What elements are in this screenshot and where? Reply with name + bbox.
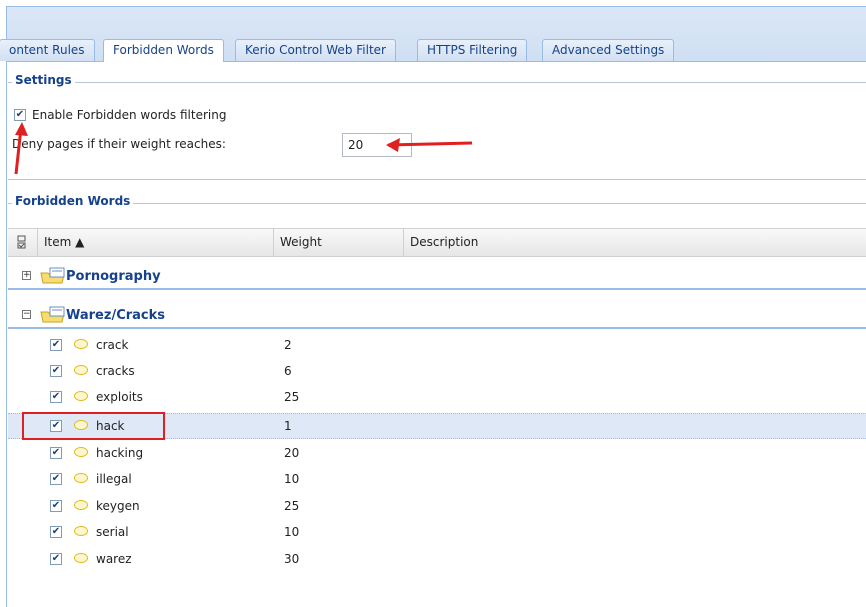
row-weight: 6 [284,364,292,378]
column-item[interactable]: Item ▲ [38,229,274,256]
table-row[interactable]: ✔ hacking 20 [8,441,866,467]
tab-advanced-settings[interactable]: Advanced Settings [542,39,675,61]
select-all-icon [17,235,26,249]
speech-bubble-icon [74,526,88,536]
folder-icon [40,306,65,323]
folder-icon [40,267,65,284]
settings-fieldset-border [8,82,866,83]
annotation-arrow-right [386,138,473,152]
row-checkbox[interactable]: ✔ [50,339,62,351]
speech-bubble-icon [74,391,88,401]
expand-icon[interactable]: + [22,271,31,280]
table-row[interactable]: ✔ crack 2 [8,333,866,359]
speech-bubble-icon [74,365,88,375]
speech-bubble-icon [74,473,88,483]
forbidden-legend: Forbidden Words [12,194,134,208]
table-row[interactable]: ✔ cracks 6 [8,359,866,385]
grid-header: Item ▲ Weight Description [8,228,866,257]
row-item: cracks [96,364,135,378]
group-pornography[interactable]: + Pornography [8,262,866,290]
row-weight: 10 [284,525,300,539]
settings-legend: Settings [12,73,75,87]
row-checkbox[interactable]: ✔ [50,526,62,538]
row-checkbox[interactable]: ✔ [50,473,62,485]
speech-bubble-icon [74,447,88,457]
tab-https-filtering[interactable]: HTTPS Filtering [417,39,528,61]
enable-filtering-label: Enable Forbidden words filtering [32,108,227,122]
row-weight: 25 [284,390,300,404]
annotation-arrow-up [14,122,28,175]
row-item: warez [96,552,132,566]
select-all-column[interactable] [8,229,38,256]
row-weight: 1 [284,419,292,433]
table-row[interactable]: ✔ warez 30 [8,547,866,573]
row-weight: 10 [284,472,300,486]
table-row[interactable]: ✔ exploits 25 [8,385,866,411]
deny-weight-label: Deny pages if their weight reaches: [12,137,226,151]
group-warez-cracks[interactable]: − Warez/Cracks [8,301,866,329]
column-description[interactable]: Description [404,229,866,256]
table-row[interactable]: ✔ illegal 10 [8,467,866,493]
row-item: illegal [96,472,132,486]
table-row[interactable]: ✔ keygen 25 [8,494,866,520]
row-weight: 30 [284,552,300,566]
row-checkbox[interactable]: ✔ [50,391,62,403]
row-item: keygen [96,499,140,513]
row-item: exploits [96,390,143,404]
forbidden-fieldset-border [8,203,866,204]
row-checkbox[interactable]: ✔ [50,447,62,459]
tab-content-rules[interactable]: ontent Rules [0,39,95,61]
tab-bar: ontent Rules Forbidden Words Kerio Contr… [0,7,866,62]
tab-forbidden-words[interactable]: Forbidden Words [103,39,224,62]
row-checkbox[interactable]: ✔ [50,553,62,565]
speech-bubble-icon [74,553,88,563]
row-weight: 25 [284,499,300,513]
tab-kerio-web-filter[interactable]: Kerio Control Web Filter [235,39,396,61]
row-item: crack [96,338,129,352]
group-title: Pornography [66,269,161,284]
table-row[interactable]: ✔ serial 10 [8,520,866,546]
row-item: serial [96,525,129,539]
speech-bubble-icon [74,339,88,349]
row-weight: 2 [284,338,292,352]
group-title: Warez/Cracks [66,308,166,323]
settings-divider [8,179,866,180]
row-checkbox[interactable]: ✔ [50,365,62,377]
row-item: hacking [96,446,144,460]
row-checkbox[interactable]: ✔ [50,500,62,512]
collapse-icon[interactable]: − [22,310,31,319]
speech-bubble-icon [74,500,88,510]
column-weight[interactable]: Weight [274,229,404,256]
annotation-highlight-box [22,412,165,440]
row-weight: 20 [284,446,300,460]
